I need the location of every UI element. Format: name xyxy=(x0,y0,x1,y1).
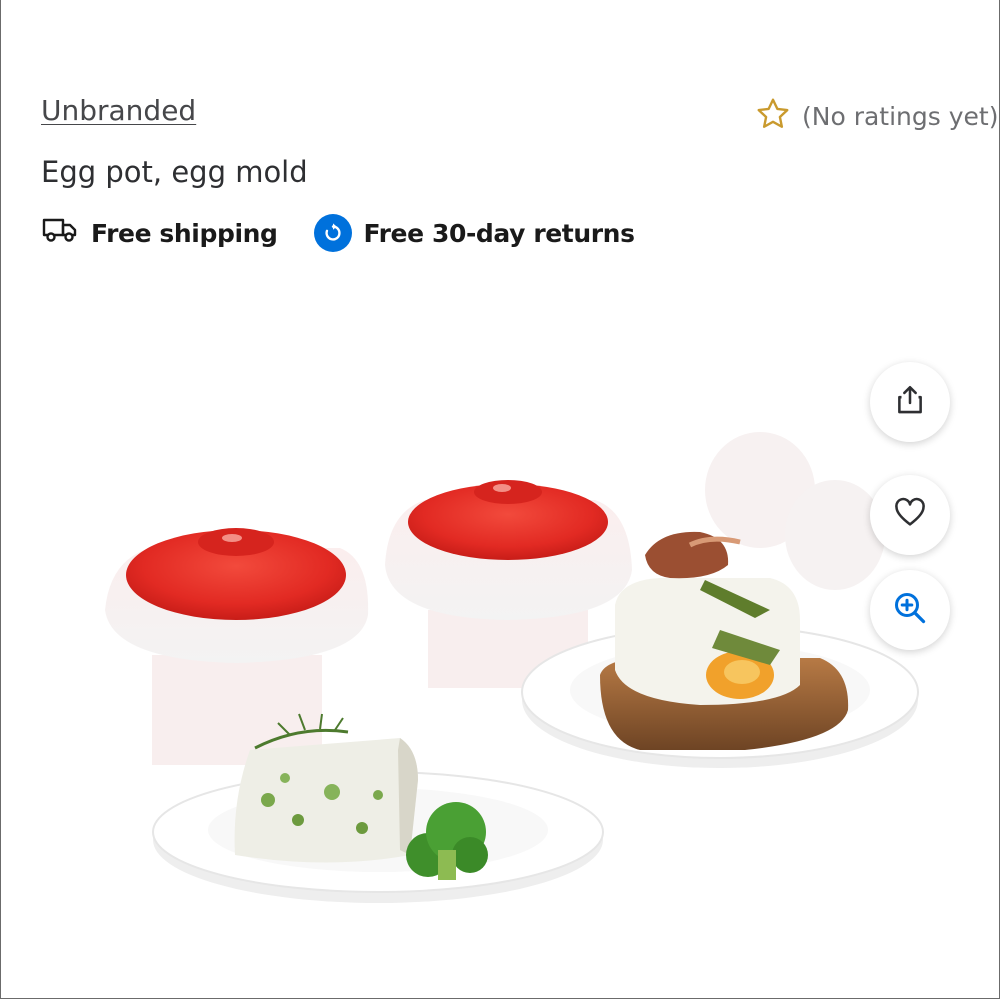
heart-icon xyxy=(892,496,928,534)
product-rating[interactable]: (No ratings yet) xyxy=(754,96,998,136)
free-shipping-perk: Free shipping xyxy=(41,215,278,251)
star-outline-icon xyxy=(754,96,792,136)
share-button[interactable] xyxy=(870,362,950,442)
free-returns-label: Free 30-day returns xyxy=(363,218,635,248)
zoom-in-icon xyxy=(892,590,928,630)
brand-link[interactable]: Unbranded xyxy=(41,94,196,127)
product-title: Egg pot, egg mold xyxy=(41,155,308,189)
favorite-button[interactable] xyxy=(870,475,950,555)
truck-icon xyxy=(41,215,79,251)
share-icon xyxy=(893,383,927,421)
perks-row: Free shipping Free 30-day returns xyxy=(41,214,635,252)
free-returns-perk: Free 30-day returns xyxy=(313,214,635,252)
free-shipping-label: Free shipping xyxy=(91,218,278,248)
product-image[interactable] xyxy=(0,280,1000,1000)
returns-icon xyxy=(313,214,352,252)
rating-text: (No ratings yet) xyxy=(802,101,999,131)
zoom-button[interactable] xyxy=(870,570,950,650)
